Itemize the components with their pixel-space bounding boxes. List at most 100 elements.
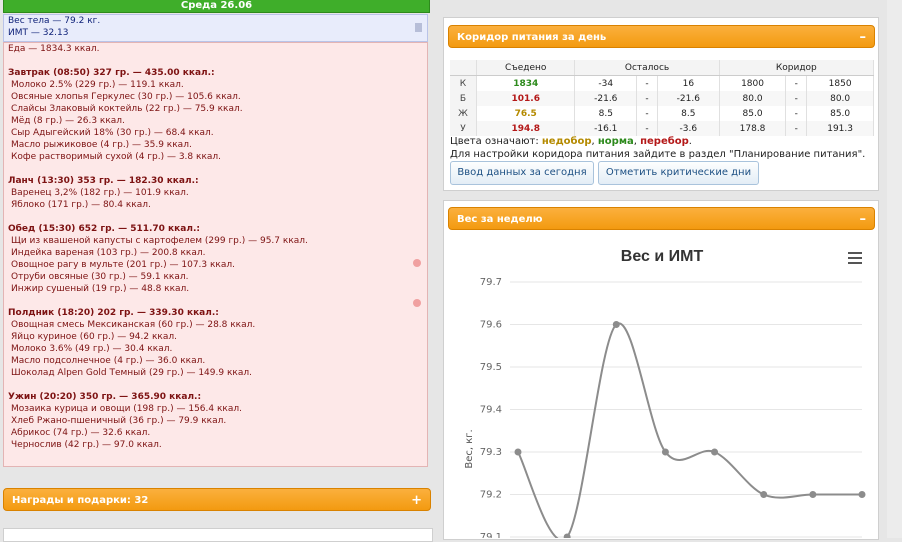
- row-label: У: [450, 121, 477, 136]
- col-eaten: Съедено: [476, 60, 576, 76]
- data-point[interactable]: [612, 321, 620, 328]
- eaten-value: 101.6: [476, 91, 576, 106]
- row-label: Б: [450, 91, 477, 106]
- food-item: Яйцо куриное (60 гр.) — 94.2 ккал.: [11, 332, 177, 342]
- y-tick-label: 79.5: [480, 362, 502, 373]
- y-tick-label: 79.6: [480, 320, 502, 331]
- left-to: 16: [657, 75, 720, 91]
- weight-chart-svg: Вес и ИМТ Вес, кг. 79.7 79.6 79.5 79.4 79.3 7…: [464, 248, 866, 542]
- left-dash: -: [636, 106, 658, 121]
- left-column: Среда 26.06 Вес тела — 79.2 кг. ИМТ — 32…: [0, 0, 433, 542]
- mark-critical-days-button[interactable]: Отметить критические дни: [598, 161, 759, 185]
- data-point[interactable]: [661, 448, 669, 456]
- corridor-title: Коридор питания за день: [457, 32, 607, 43]
- food-item: Хлеб Ржано-пшеничный (36 гр.) — 79.9 кка…: [11, 416, 227, 426]
- y-tick-label: 79.1: [480, 532, 502, 538]
- chart-title: Вес и ИМТ: [621, 248, 704, 265]
- corridor-to: 85.0: [806, 106, 874, 121]
- data-point[interactable]: [809, 491, 817, 498]
- food-item: Варенец 3,2% (182 гр.) — 101.9 ккал.: [11, 188, 189, 198]
- data-point[interactable]: [711, 448, 719, 456]
- data-point[interactable]: [760, 491, 768, 498]
- food-item: Молоко 2.5% (229 гр.) — 119.1 ккал.: [11, 80, 184, 90]
- eaten-value: 194.8: [476, 121, 576, 136]
- hamburger-icon[interactable]: [848, 252, 862, 264]
- meal-title: Ужин (20:20) 350 гр. — 365.90 ккал.:: [8, 392, 202, 402]
- food-item: Яблоко (171 гр.) — 80.4 ккал.: [11, 200, 151, 210]
- rewards-panel-header[interactable]: Награды и подарки: 32 +: [3, 488, 431, 511]
- menu-bar-3: [848, 262, 862, 264]
- edit-icon[interactable]: [415, 23, 422, 32]
- corridor-dash: -: [785, 75, 808, 91]
- expand-icon[interactable]: +: [411, 489, 422, 512]
- legend-norm: норма: [597, 136, 634, 147]
- corridor-note: Для настройки коридора питания зайдите в…: [450, 149, 866, 160]
- food-item: Мозаика курица и овощи (198 гр.) — 156.4…: [11, 404, 242, 414]
- corridor-from: 80.0: [719, 91, 787, 106]
- corridor-dash: -: [785, 121, 808, 136]
- corridor-to: 1850: [806, 75, 874, 91]
- left-dash: -: [636, 75, 658, 91]
- meal-title: Полдник (18:20) 202 гр. — 339.30 ккал.:: [8, 308, 219, 318]
- y-tick-label: 79.2: [480, 490, 502, 501]
- legend-prefix: Цвета означают:: [450, 136, 542, 147]
- left-from: -21.6: [574, 91, 638, 106]
- left-from: 8.5: [574, 106, 638, 121]
- corridor-from: 1800: [719, 75, 787, 91]
- scrollbar[interactable]: [887, 0, 902, 538]
- left-dash: -: [636, 91, 658, 106]
- data-point[interactable]: [858, 491, 866, 498]
- corridor-from: 178.8: [719, 121, 787, 136]
- food-item: Мёд (8 гр.) — 26.3 ккал.: [11, 116, 125, 126]
- corridor-row: Б 101.6 -21.6- -21.6 80.0-80.0: [450, 91, 874, 106]
- y-tick-label: 79.3: [480, 447, 502, 458]
- legend-under: недобор: [541, 136, 592, 147]
- row-label: К: [450, 75, 477, 91]
- food-item: Кофе растворимый сухой (4 гр.) — 3.8 кка…: [11, 152, 222, 162]
- row-label: Ж: [450, 106, 477, 121]
- corridor-dash: -: [785, 106, 808, 121]
- corridor-dash: -: [785, 91, 808, 106]
- next-panel: [3, 528, 433, 542]
- food-item: Овощное рагу в мульте (201 гр.) — 107.3 …: [11, 260, 235, 270]
- data-point[interactable]: [514, 448, 522, 456]
- weight-box: Вес тела — 79.2 кг. ИМТ — 32.13: [3, 14, 428, 42]
- food-item: Абрикос (74 гр.) — 32.6 ккал.: [11, 428, 151, 438]
- food-total: Еда — 1834.3 ккал.: [8, 44, 100, 54]
- corridor-from: 85.0: [719, 106, 787, 121]
- delete-icon[interactable]: [413, 259, 421, 267]
- body-weight: Вес тела — 79.2 кг.: [8, 16, 101, 26]
- enter-today-button[interactable]: Ввод данных за сегодня: [450, 161, 594, 185]
- weight-chart: Вес и ИМТ Вес, кг. 79.7 79.6 79.5 79.4 79.3 7…: [450, 237, 875, 542]
- collapse-icon[interactable]: –: [860, 208, 867, 231]
- food-item: Слайсы Злаковый коктейль (22 гр.) — 75.9…: [11, 104, 243, 114]
- eaten-value: 1834: [476, 75, 576, 91]
- y-tick-label: 79.7: [480, 277, 502, 288]
- corridor-panel-header[interactable]: Коридор питания за день –: [448, 25, 875, 48]
- corridor-row: К 1834 -34-16 1800-1850: [450, 75, 874, 91]
- left-to: -3.6: [657, 121, 720, 136]
- food-item: Овощная смесь Мексиканская (60 гр.) — 28…: [11, 320, 256, 330]
- food-item: Инжир сушеный (19 гр.) — 48.8 ккал.: [11, 284, 190, 294]
- left-to: -21.6: [657, 91, 720, 106]
- left-from: -16.1: [574, 121, 638, 136]
- food-item: Индейка вареная (103 гр.) — 200.8 ккал.: [11, 248, 206, 258]
- meal-title: Ланч (13:30) 353 гр. — 182.30 ккал.:: [8, 176, 199, 186]
- weight-week-panel-header[interactable]: Вес за неделю –: [448, 207, 875, 230]
- meal-title: Завтрак (08:50) 327 гр. — 435.00 ккал.:: [8, 68, 215, 78]
- corridor-row: Ж 76.5 8.5-8.5 85.0-85.0: [450, 106, 874, 121]
- delete-icon[interactable]: [413, 299, 421, 307]
- col-corridor: Коридор: [719, 60, 875, 76]
- rewards-label: Награды и подарки: 32: [12, 495, 149, 506]
- collapse-icon[interactable]: –: [860, 26, 867, 49]
- menu-bar-1: [848, 252, 862, 254]
- meal-title: Обед (15:30) 652 гр. — 511.70 ккал.:: [8, 224, 200, 234]
- color-legend: Цвета означают: недобор, норма, перебор.: [450, 136, 692, 147]
- corridor-table: Съедено Осталось Коридор К 1834 -34-16 1800…: [450, 60, 875, 136]
- food-item: Масло рыжиковое (4 гр.) — 35.9 ккал.: [11, 140, 192, 150]
- col-left: Осталось: [574, 60, 720, 76]
